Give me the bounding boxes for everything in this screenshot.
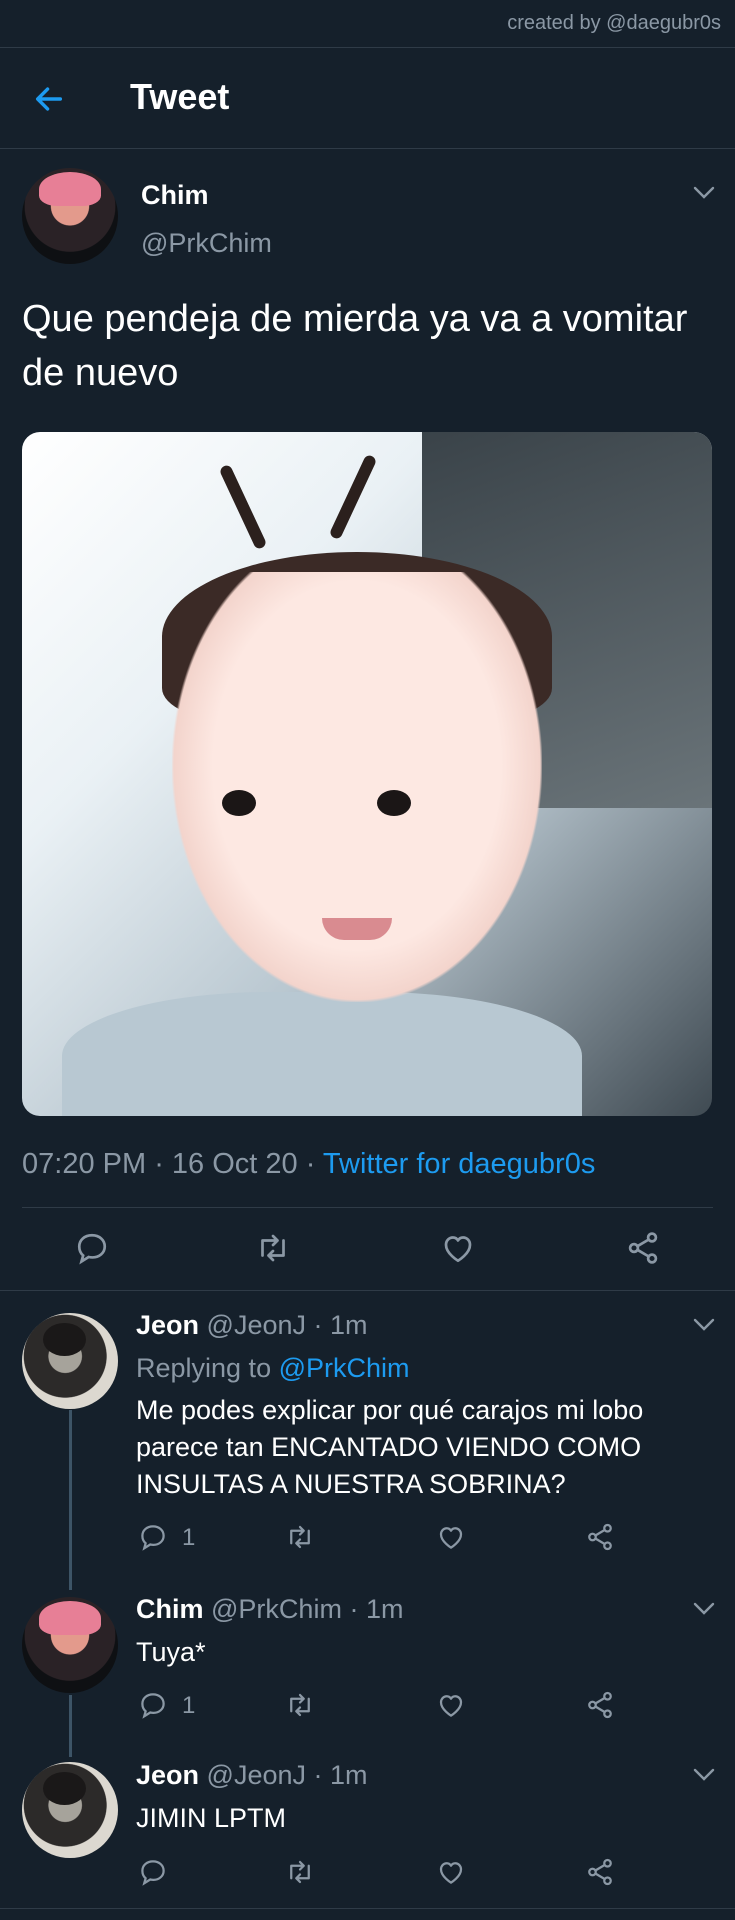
author-handle[interactable]: @PrkChim xyxy=(141,228,272,259)
reply-count: 1 xyxy=(182,1524,196,1551)
share-icon[interactable] xyxy=(585,1690,615,1720)
share-icon[interactable] xyxy=(585,1857,615,1887)
thread-line xyxy=(69,1695,72,1757)
watermark: created by @daegubr0s xyxy=(507,12,721,34)
divider xyxy=(22,1207,713,1208)
top-bar: Tweet xyxy=(0,47,735,149)
photo-body xyxy=(62,992,582,1116)
reply-count: 1 xyxy=(182,1692,196,1719)
reply-author-name[interactable]: Chim xyxy=(136,1594,204,1624)
replying-to-label: Replying to xyxy=(136,1353,279,1383)
retweet-icon[interactable] xyxy=(285,1690,315,1720)
photo-eye xyxy=(222,790,256,816)
tweet-time: 07:20 PM xyxy=(22,1148,147,1180)
reply-author-name[interactable]: Jeon xyxy=(136,1760,199,1790)
reply-time: 1m xyxy=(330,1760,368,1790)
divider xyxy=(0,1908,735,1909)
photo-eye xyxy=(377,790,411,816)
chevron-down-icon[interactable] xyxy=(693,1768,715,1782)
tweet-photo[interactable] xyxy=(22,432,712,1116)
reply-text: JIMIN LPTM xyxy=(136,1803,287,1833)
separator: · xyxy=(297,1148,323,1180)
like-icon[interactable] xyxy=(440,1230,476,1266)
separator: · xyxy=(341,1594,366,1624)
chevron-down-icon[interactable] xyxy=(693,1602,715,1616)
separator: · xyxy=(306,1760,331,1790)
chevron-down-icon[interactable] xyxy=(693,1318,715,1332)
reply-text: Tuya* xyxy=(136,1637,206,1667)
share-icon[interactable] xyxy=(585,1522,615,1552)
reply-time: 1m xyxy=(330,1310,368,1340)
separator: · xyxy=(146,1148,172,1180)
reply-author-name[interactable]: Jeon xyxy=(136,1310,199,1340)
tweet-date: 16 Oct 20 xyxy=(171,1148,298,1180)
reply-icon[interactable] xyxy=(138,1522,168,1552)
page-title: Tweet xyxy=(130,76,230,117)
photo-hair-tuft xyxy=(328,453,378,541)
thread-line xyxy=(69,1410,72,1590)
like-icon[interactable] xyxy=(436,1857,466,1887)
reply-time: 1m xyxy=(365,1594,404,1624)
retweet-icon[interactable] xyxy=(285,1857,315,1887)
tweet-meta: 07:20 PM · 16 Oct 20 · Twitter for daegu… xyxy=(22,1148,595,1181)
mention-link[interactable]: @PrkChim xyxy=(279,1353,410,1383)
avatar[interactable] xyxy=(22,1597,118,1693)
photo-mouth xyxy=(322,918,392,940)
like-icon[interactable] xyxy=(436,1690,466,1720)
reply-icon[interactable] xyxy=(138,1857,168,1887)
reply-header: Chim @PrkChim · 1m xyxy=(136,1594,403,1625)
photo-hair-tuft xyxy=(218,463,268,551)
reply-header: Jeon @JeonJ · 1m xyxy=(136,1310,368,1341)
reply-author-handle[interactable]: @JeonJ xyxy=(207,1760,306,1790)
tweet-text: Que pendeja de mierda ya va a vomitar de… xyxy=(22,298,688,394)
reply-text: Me podes explicar por qué carajos mi lob… xyxy=(136,1395,644,1499)
reply-icon[interactable] xyxy=(138,1690,168,1720)
avatar[interactable] xyxy=(22,1762,118,1858)
retweet-icon[interactable] xyxy=(285,1522,315,1552)
avatar[interactable] xyxy=(22,168,118,264)
divider xyxy=(0,1290,735,1291)
reply-icon[interactable] xyxy=(74,1230,110,1266)
reply-author-handle[interactable]: @JeonJ xyxy=(207,1310,306,1340)
reply-header: Jeon @JeonJ · 1m xyxy=(136,1760,368,1791)
tweet-source-link[interactable]: Twitter for daegubr0s xyxy=(323,1148,595,1180)
replying-to: Replying to @PrkChim xyxy=(136,1353,410,1384)
share-icon[interactable] xyxy=(625,1230,661,1266)
author-name[interactable]: Chim xyxy=(141,180,209,211)
retweet-icon[interactable] xyxy=(255,1230,291,1266)
separator: · xyxy=(306,1310,331,1340)
chevron-down-icon[interactable] xyxy=(693,186,715,200)
reply-author-handle[interactable]: @PrkChim xyxy=(211,1594,342,1624)
like-icon[interactable] xyxy=(436,1522,466,1552)
arrow-left-icon[interactable] xyxy=(32,82,66,116)
avatar[interactable] xyxy=(22,1313,118,1409)
